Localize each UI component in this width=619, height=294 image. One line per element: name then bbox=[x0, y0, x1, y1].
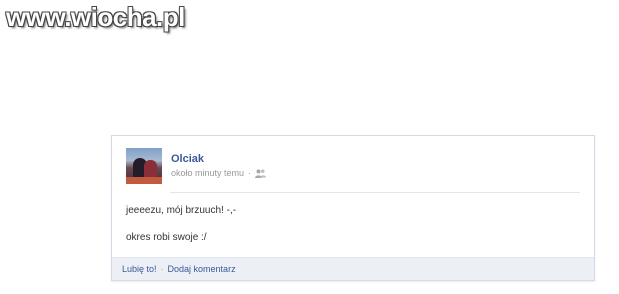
friends-icon bbox=[255, 169, 267, 178]
post-actions: Lubię to! · Dodaj komentarz bbox=[112, 257, 594, 280]
like-link[interactable]: Lubię to! bbox=[122, 264, 157, 274]
post-text-line: okres robi swoje :/ bbox=[126, 232, 207, 243]
avatar[interactable] bbox=[126, 148, 162, 184]
avatar-background bbox=[126, 177, 162, 184]
author-name[interactable]: Olciak bbox=[171, 153, 204, 165]
meta-separator: · bbox=[248, 168, 252, 178]
post-timestamp[interactable]: około minuty temu bbox=[171, 168, 244, 178]
watermark: www.wiocha.pl bbox=[6, 2, 185, 32]
action-separator: · bbox=[160, 264, 164, 274]
divider bbox=[170, 192, 580, 193]
post-card: Olciak około minuty temu · jeeeezu, mój … bbox=[111, 135, 595, 281]
post-meta: około minuty temu · bbox=[171, 168, 267, 178]
post-text-line: jeeeezu, mój brzuuch! -,- bbox=[126, 205, 237, 216]
add-comment-link[interactable]: Dodaj komentarz bbox=[168, 264, 236, 274]
